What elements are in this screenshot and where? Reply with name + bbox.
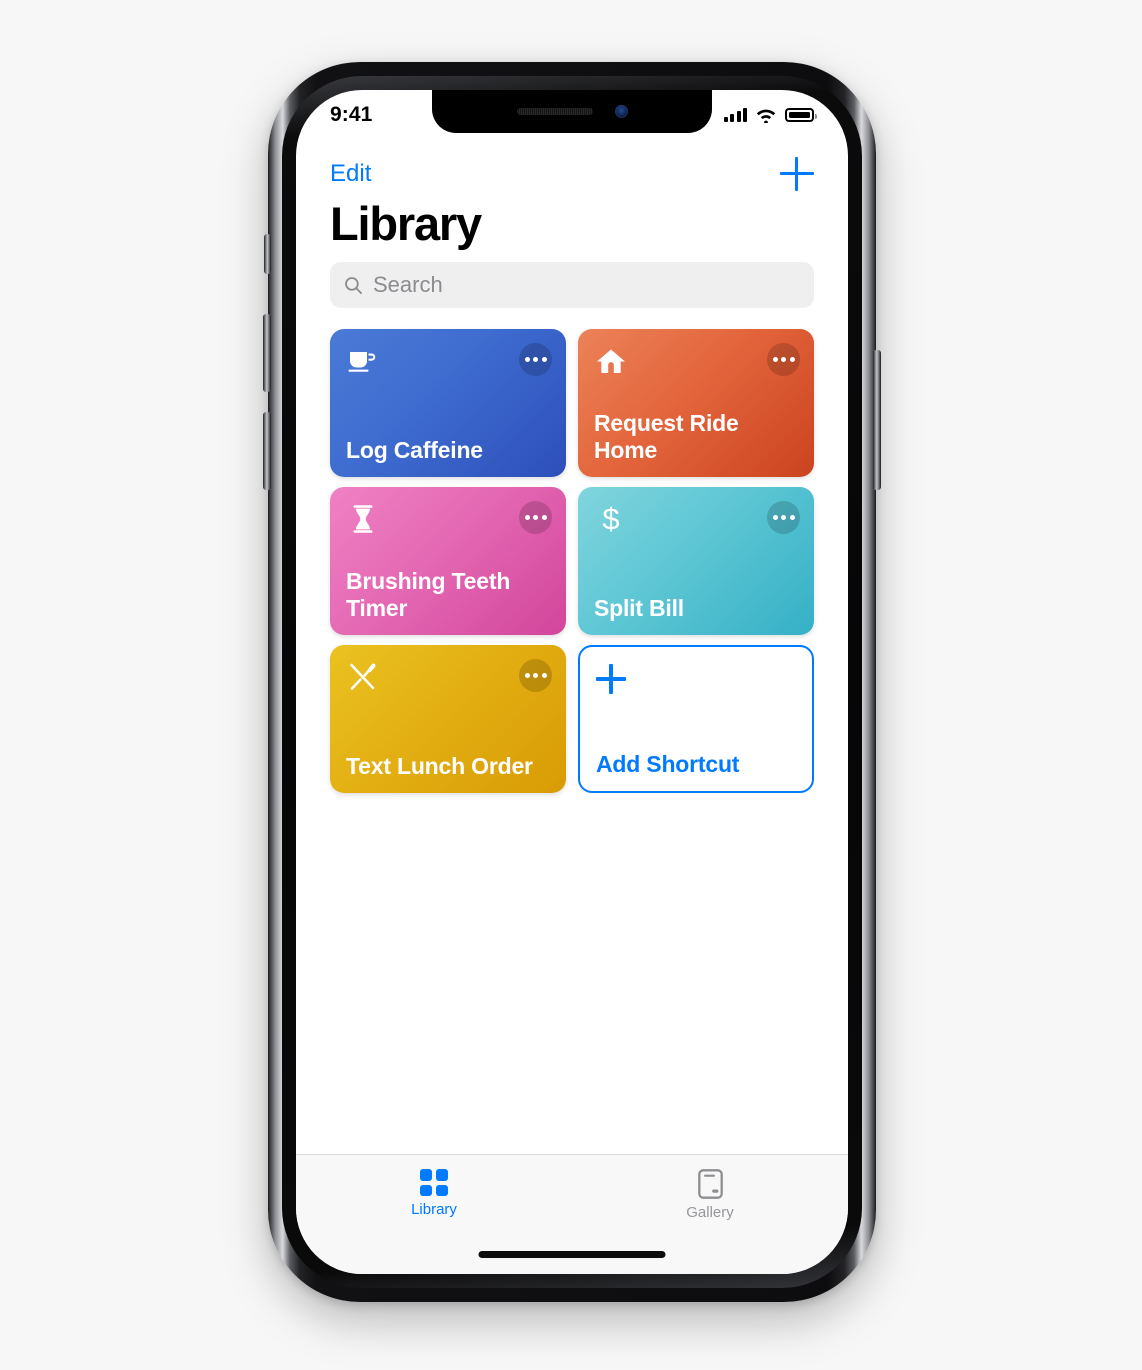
tab-library-label: Library [411, 1201, 457, 1218]
device-notch [432, 90, 712, 133]
volume-up-button[interactable] [263, 314, 271, 392]
wifi-icon [756, 109, 776, 123]
coffee-cup-icon [348, 352, 376, 372]
mute-switch-button[interactable] [264, 234, 271, 274]
earpiece-speaker-icon [516, 107, 593, 115]
navigation-bar: Edit [296, 150, 848, 198]
search-icon [345, 276, 363, 294]
shortcut-card-log-caffeine[interactable]: Log Caffeine [330, 329, 566, 477]
shortcut-grid: Log Caffeine Request Ride Home Brushing … [324, 329, 820, 793]
add-shortcut-card[interactable]: Add Shortcut [578, 645, 814, 793]
shortcut-card-brushing-teeth-timer[interactable]: Brushing Teeth Timer [330, 487, 566, 635]
iphone-device-frame: 9:41 Edit Library Search Log Caffeine Re… [263, 62, 881, 1302]
front-camera-icon [614, 104, 628, 118]
hourglass-icon [353, 505, 373, 533]
plus-icon [596, 664, 626, 694]
status-bar-time: 9:41 [330, 103, 373, 126]
phone-card-icon [697, 1169, 723, 1199]
card-more-button[interactable] [519, 659, 552, 692]
shortcut-card-label: Text Lunch Order [346, 753, 533, 780]
shortcut-card-text-lunch-order[interactable]: Text Lunch Order [330, 645, 566, 793]
home-indicator[interactable] [478, 1251, 666, 1258]
shortcut-card-request-ride-home[interactable]: Request Ride Home [578, 329, 814, 477]
power-button[interactable] [873, 350, 881, 490]
edit-button[interactable]: Edit [330, 160, 371, 188]
card-more-button[interactable] [519, 343, 552, 376]
card-more-button[interactable] [767, 501, 800, 534]
house-icon [597, 349, 625, 373]
card-more-button[interactable] [519, 501, 552, 534]
grid-squares-icon [420, 1169, 448, 1196]
shortcut-card-label: Brushing Teeth Timer [346, 568, 511, 622]
cellular-signal-icon [723, 108, 747, 122]
device-screen: 9:41 Edit Library Search Log Caffeine Re… [296, 90, 848, 1274]
volume-down-button[interactable] [263, 412, 271, 490]
add-shortcut-label: Add Shortcut [596, 751, 740, 777]
status-bar-indicators [723, 107, 817, 123]
svg-text:$: $ [602, 502, 619, 536]
shortcut-card-label: Log Caffeine [346, 437, 483, 464]
page-title: Library [330, 197, 482, 250]
search-placeholder-text: Search [373, 272, 443, 297]
plus-icon[interactable] [780, 157, 814, 191]
shortcut-card-split-bill[interactable]: $ Split Bill [578, 487, 814, 635]
card-more-button[interactable] [767, 343, 800, 376]
search-input[interactable]: Search [330, 262, 814, 308]
tab-gallery-label: Gallery [686, 1204, 734, 1221]
dollar-sign-icon: $ [602, 502, 619, 536]
shortcut-card-label: Split Bill [594, 595, 685, 622]
battery-full-icon [785, 108, 817, 122]
fork-knife-icon [350, 663, 376, 690]
shortcut-card-label: Request Ride Home [594, 410, 739, 464]
tab-bar: Library Gallery [296, 1154, 848, 1274]
